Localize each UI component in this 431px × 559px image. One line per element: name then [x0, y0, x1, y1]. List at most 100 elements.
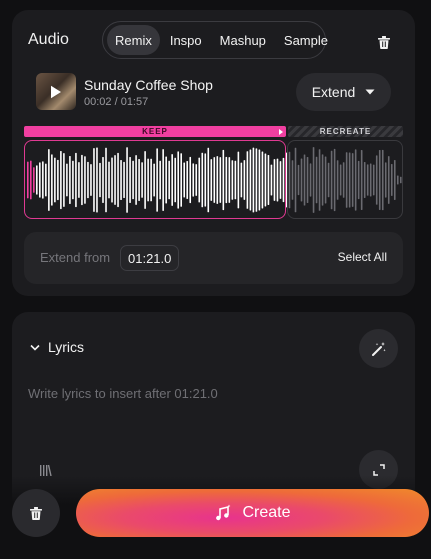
generate-lyrics-button[interactable]	[359, 329, 398, 368]
waveform-bar	[135, 155, 137, 205]
waveform-bar	[102, 157, 104, 203]
waveform-bar	[57, 159, 59, 201]
waveform-bar	[282, 157, 285, 203]
music-note-sparkle-icon	[216, 504, 231, 521]
waveform-bar	[345, 152, 348, 208]
waveform-bar	[129, 156, 131, 204]
waveform-bar	[126, 147, 128, 213]
waveform-bar	[312, 147, 315, 213]
waveform-bar	[372, 164, 375, 196]
waveform-bar	[69, 156, 71, 204]
tab-inspo[interactable]: Inspo	[162, 25, 210, 55]
waveform-bar	[351, 153, 354, 207]
keep-drag-arrow-icon	[279, 129, 283, 135]
waveform-bar	[195, 164, 198, 196]
waveform-bar	[297, 164, 300, 196]
create-button-label: Create	[242, 504, 291, 521]
waveform-bar	[171, 154, 173, 206]
waveform-bar	[186, 160, 189, 200]
waveform-bar	[234, 160, 237, 200]
chevron-down-icon	[30, 344, 40, 351]
waveform-bar	[192, 163, 195, 197]
waveform-bar	[255, 148, 258, 212]
waveform-bar	[201, 152, 204, 208]
expand-icon	[372, 463, 385, 476]
waveform-bar	[393, 159, 396, 201]
waveform-bar	[99, 162, 101, 198]
waveform-bar	[267, 155, 270, 205]
waveform-bar	[156, 148, 158, 212]
waveform-bar	[327, 162, 330, 198]
recreate-label: RECREATE	[319, 127, 372, 136]
waveform-bar	[189, 156, 192, 204]
waveform-bar	[273, 159, 276, 201]
track-thumbnail[interactable]	[36, 73, 76, 110]
waveform-bar	[270, 164, 273, 196]
waveform-bar	[348, 152, 351, 208]
waveform-bar	[375, 155, 378, 205]
waveform-bar	[132, 160, 134, 200]
waveform-bar	[261, 151, 264, 209]
waveform-bar	[36, 165, 38, 195]
waveform-bar	[309, 163, 312, 197]
waveform-bar	[264, 153, 267, 207]
waveform-bar	[240, 162, 243, 198]
chevron-down-icon	[365, 89, 375, 95]
lyrics-title: Lyrics	[48, 339, 85, 355]
lyrics-toggle[interactable]: Lyrics	[30, 339, 84, 355]
waveform[interactable]	[24, 140, 403, 220]
waveform-bar	[159, 160, 161, 200]
waveform-bar	[66, 163, 68, 197]
waveform-bar	[342, 162, 345, 198]
waveform-bar	[150, 158, 152, 202]
extend-from-row: Extend from 01:21.0 Select All	[24, 232, 403, 284]
waveform-bar	[81, 154, 83, 206]
play-button[interactable]	[36, 73, 76, 110]
waveform-bar	[180, 153, 182, 207]
waveform-bar	[249, 149, 252, 211]
select-all-button[interactable]: Select All	[338, 250, 387, 264]
waveform-bar	[384, 162, 387, 198]
waveform-bar	[336, 160, 339, 200]
waveform-bar	[75, 152, 77, 208]
waveform-bar	[165, 156, 167, 204]
audio-panel: Audio Remix Inspo Mashup Sample Sunday C…	[12, 10, 415, 296]
waveform-bar	[279, 161, 282, 199]
waveform-bar	[153, 163, 155, 197]
extend-from-input[interactable]: 01:21.0	[120, 245, 180, 271]
waveform-bar	[378, 150, 381, 210]
lyrics-input[interactable]: Write lyrics to insert after 01:21.0	[28, 386, 218, 401]
clear-button[interactable]	[12, 489, 60, 537]
track-time: 00:02 / 01:57	[84, 96, 149, 108]
waveform-bar	[246, 151, 249, 209]
waveform-bar	[30, 160, 32, 200]
waveform-bar	[222, 149, 225, 211]
waveform-bar	[174, 157, 176, 203]
extend-from-label: Extend from	[40, 250, 111, 265]
waveform-bar	[42, 161, 44, 199]
waveform-bar	[360, 150, 363, 210]
recreate-region-handle[interactable]: RECREATE	[288, 126, 403, 137]
tab-remix[interactable]: Remix	[107, 25, 160, 55]
waveform-bar	[321, 154, 324, 206]
waveform-bar	[228, 157, 231, 203]
waveform-bar	[90, 164, 92, 196]
keep-region-handle[interactable]: KEEP	[24, 126, 286, 137]
delete-audio-button[interactable]	[372, 30, 396, 54]
extend-dropdown[interactable]: Extend	[296, 73, 391, 111]
waveform-bar	[330, 150, 333, 210]
waveform-bar	[117, 152, 119, 208]
waveform-bar	[306, 157, 309, 203]
waveform-bar	[48, 149, 50, 211]
create-button[interactable]: Create	[76, 489, 429, 537]
waveform-bar	[162, 149, 164, 211]
tab-sample[interactable]: Sample	[276, 25, 336, 55]
waveform-bar	[144, 151, 146, 209]
waveform-bar	[231, 160, 234, 200]
waveform-bar	[138, 159, 140, 201]
waveform-bar	[33, 167, 35, 193]
waveform-bar	[177, 151, 179, 209]
waveform-bar	[216, 156, 219, 204]
waveform-bar	[141, 162, 143, 198]
tab-mashup[interactable]: Mashup	[212, 25, 274, 55]
